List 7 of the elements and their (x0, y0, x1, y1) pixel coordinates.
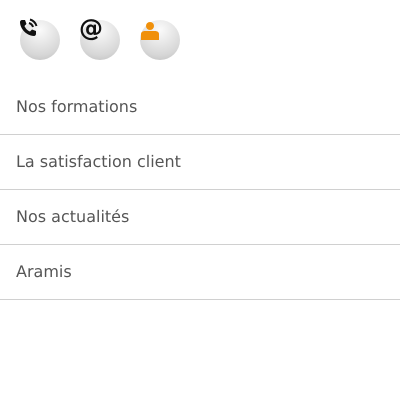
contact-button[interactable]: @ (80, 20, 120, 60)
menu-link[interactable]: Nos actualités (0, 190, 400, 245)
menu-link[interactable]: Aramis (0, 245, 400, 300)
menu-link[interactable]: La satisfaction client (0, 135, 400, 190)
menu-link[interactable]: Nos formations (0, 80, 400, 135)
contact-button[interactable] (20, 20, 60, 60)
person-icon (140, 21, 160, 41)
